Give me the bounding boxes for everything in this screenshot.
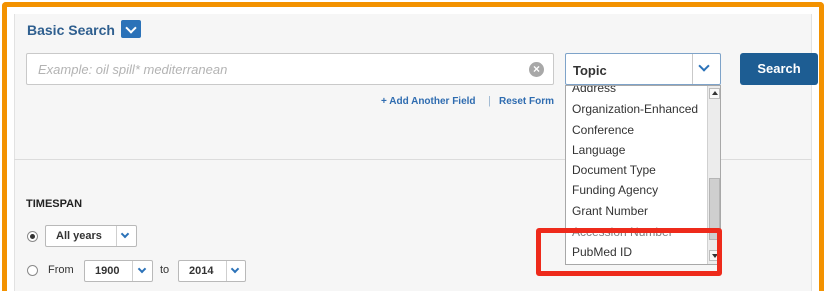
from-year-select[interactable]: 1900 — [84, 260, 153, 282]
search-button[interactable]: Search — [740, 53, 818, 85]
year-range-radio[interactable] — [27, 265, 38, 276]
from-year-value: 1900 — [95, 265, 120, 277]
reset-form-link[interactable]: Reset Form — [499, 96, 554, 107]
search-placeholder: Example: oil spill* mediterranean — [38, 62, 228, 77]
dropdown-option[interactable]: Grant Number — [572, 204, 648, 218]
field-select[interactable]: Topic — [565, 53, 721, 85]
chevron-down-icon — [230, 264, 240, 274]
to-label: to — [160, 264, 170, 276]
select-separator — [132, 261, 133, 281]
search-input[interactable]: Example: oil spill* mediterranean — [26, 53, 554, 85]
select-separator — [116, 226, 117, 246]
dropdown-option[interactable]: Document Type — [572, 163, 656, 177]
chevron-down-icon — [120, 229, 130, 239]
dropdown-option[interactable]: Address — [572, 86, 616, 95]
select-separator — [692, 54, 693, 84]
dropdown-option[interactable]: Language — [572, 143, 625, 157]
highlight-annotation-box — [536, 228, 722, 276]
all-years-radio[interactable] — [27, 231, 38, 242]
all-years-value: All years — [56, 230, 102, 242]
to-year-value: 2014 — [189, 265, 214, 277]
chevron-down-icon — [137, 264, 147, 274]
link-separator: | — [488, 95, 491, 107]
close-circle-icon[interactable]: × — [529, 62, 544, 77]
scroll-up-icon[interactable] — [709, 88, 720, 99]
dropdown-option[interactable]: Conference — [572, 123, 634, 137]
add-field-link[interactable]: + Add Another Field — [381, 96, 476, 107]
field-select-value: Topic — [573, 63, 607, 78]
dropdown-option[interactable]: Organization-Enhanced — [572, 102, 698, 116]
select-separator — [226, 261, 227, 281]
from-label: From — [48, 264, 74, 276]
to-year-select[interactable]: 2014 — [178, 260, 246, 282]
basic-search-title: Basic Search — [27, 22, 115, 38]
all-years-select[interactable]: All years — [45, 225, 137, 247]
timespan-heading: TIMESPAN — [26, 198, 83, 210]
chevron-down-icon[interactable] — [121, 20, 141, 38]
dropdown-option[interactable]: Funding Agency — [572, 183, 658, 197]
